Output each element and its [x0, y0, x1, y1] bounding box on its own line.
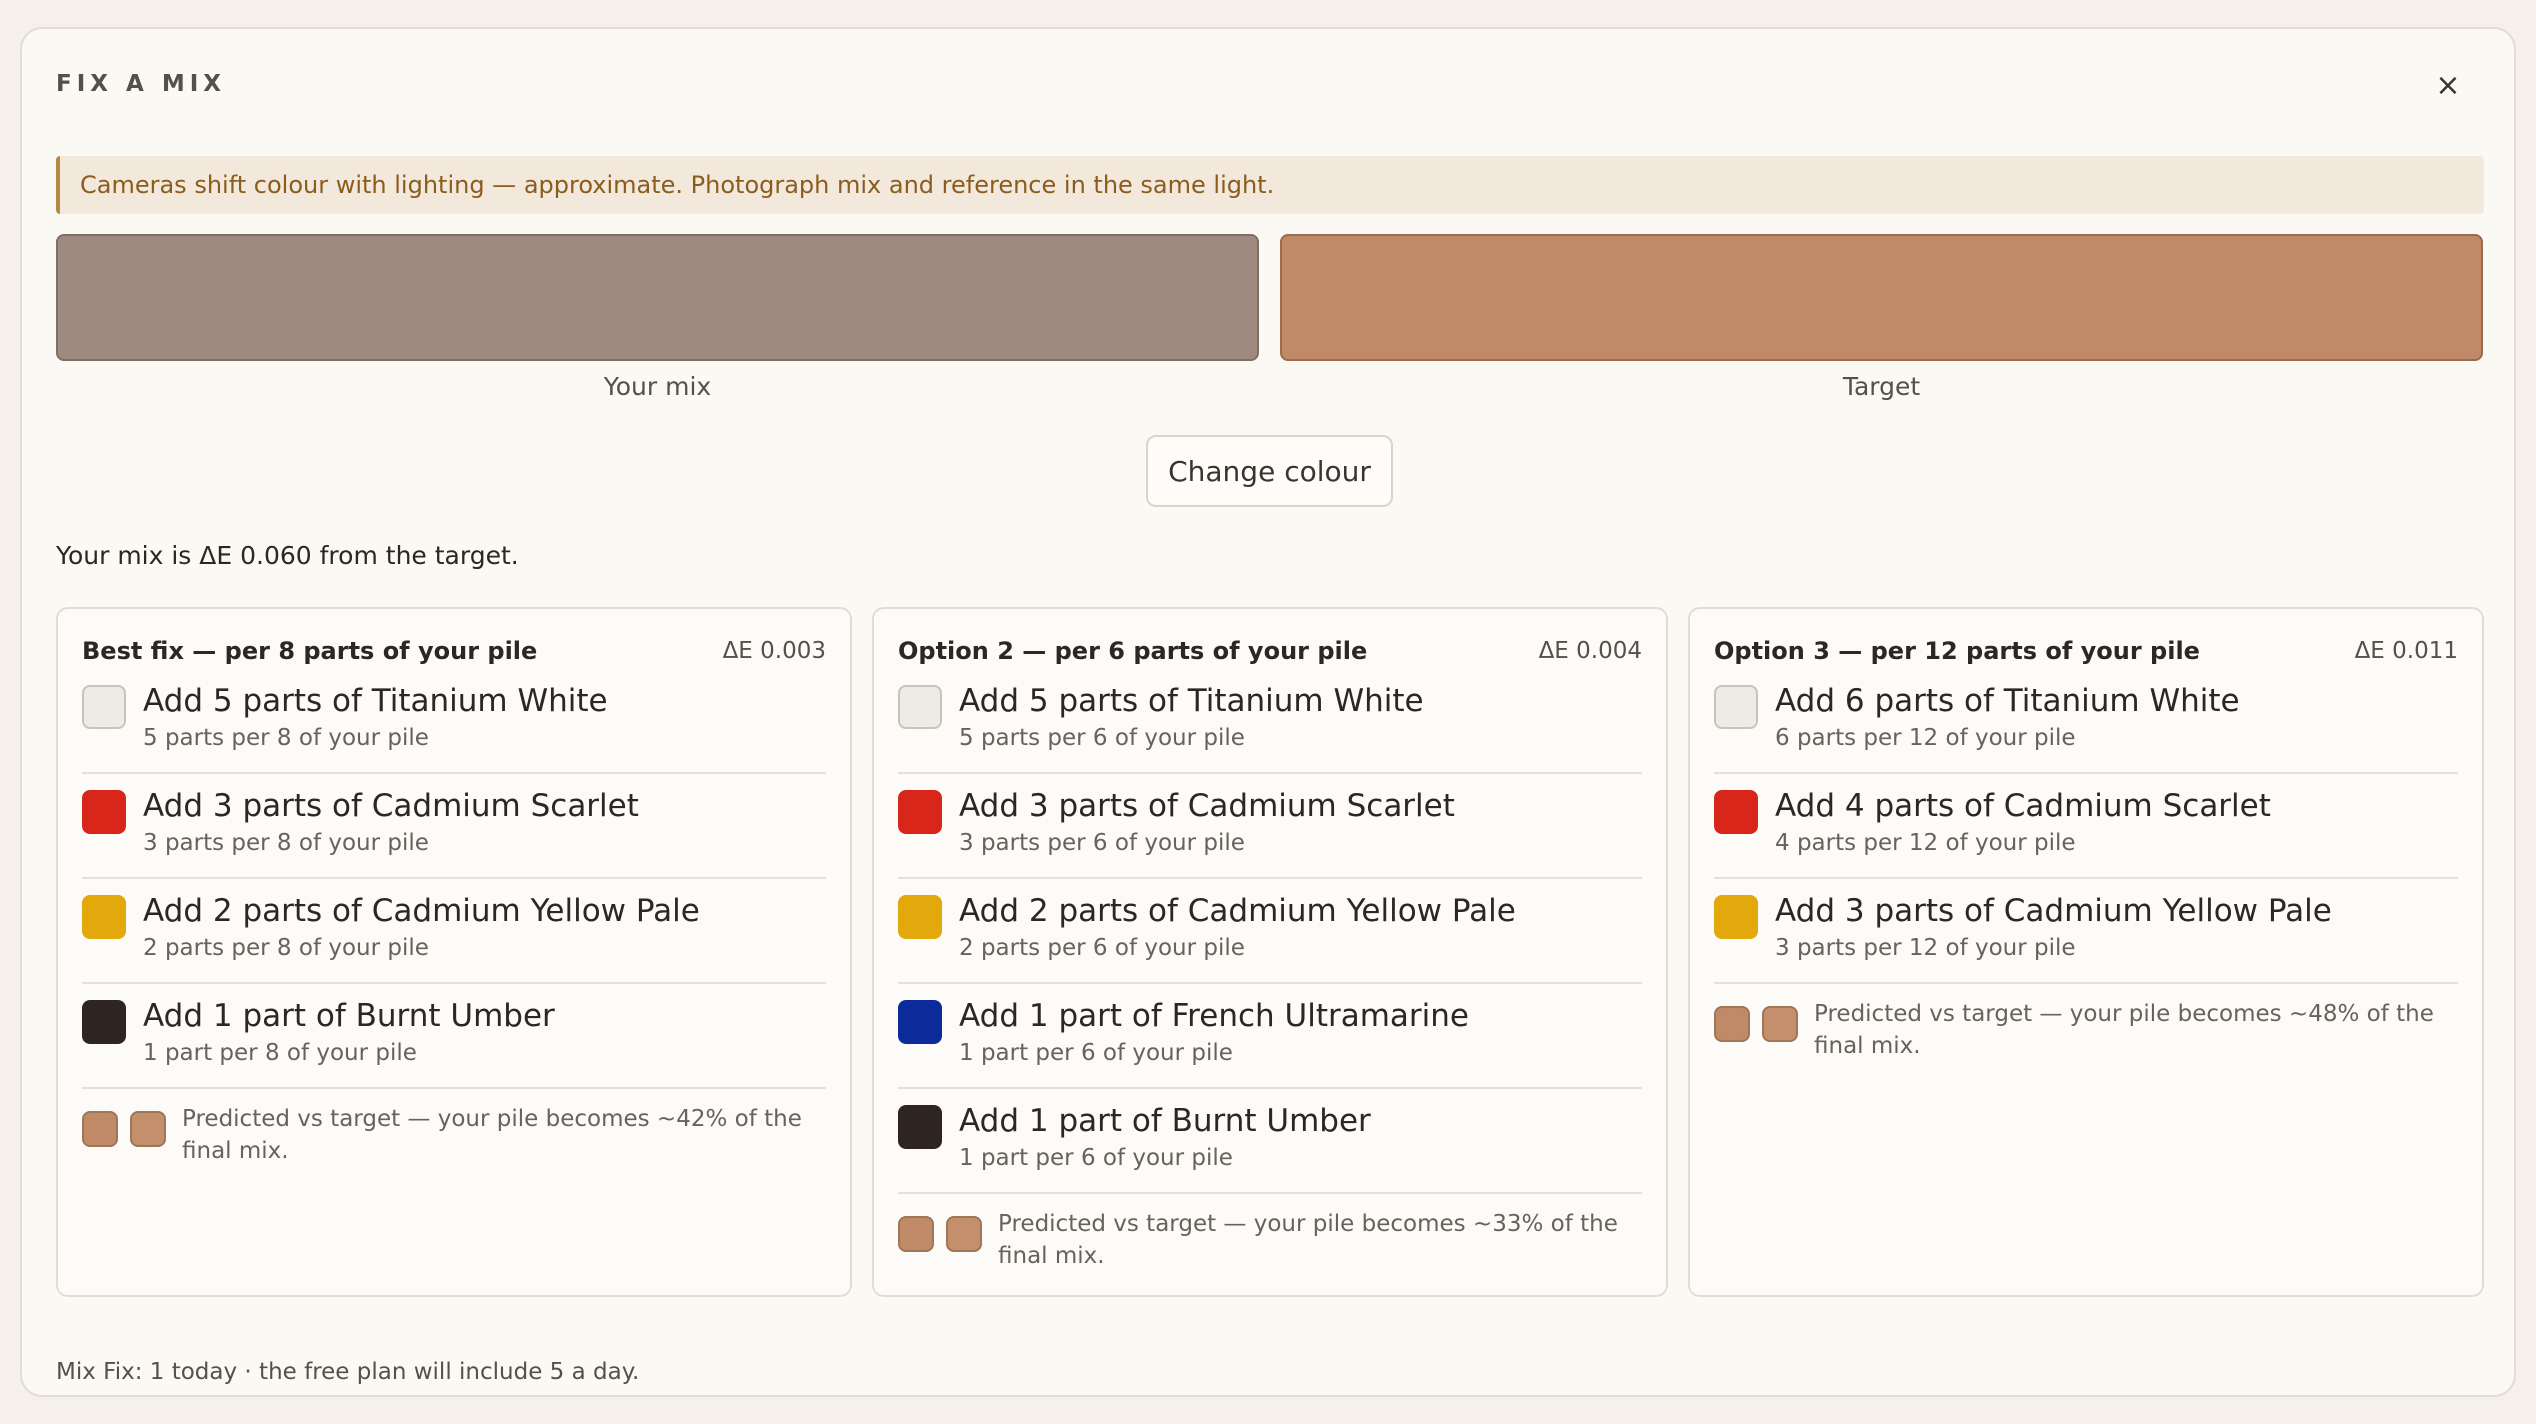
mix-step: Add 1 part of Burnt Umber 1 part per 8 of…	[82, 984, 826, 1089]
paint-swatch	[898, 685, 942, 729]
target-swatch	[1280, 234, 2483, 361]
your-mix-label: Your mix	[603, 372, 712, 401]
predicted-row: Predicted vs target — your pile becomes …	[898, 1208, 1642, 1272]
paint-swatch	[82, 1000, 126, 1044]
mix-step: Add 3 parts of Cadmium Scarlet 3 parts pe…	[82, 774, 826, 879]
option-card-2: Option 2 — per 6 parts of your pile ΔE 0.…	[872, 607, 1668, 1297]
step-instruction: Add 1 part of Burnt Umber	[143, 998, 555, 1034]
mix-step: Add 3 parts of Cadmium Yellow Pale 3 part…	[1714, 879, 2458, 984]
step-instruction: Add 6 parts of Titanium White	[1775, 683, 2240, 719]
paint-swatch	[82, 895, 126, 939]
predicted-text: Predicted vs target — your pile becomes …	[1814, 1001, 2434, 1059]
mix-step: Add 1 part of French Ultramarine 1 part p…	[898, 984, 1642, 1089]
predicted-row: Predicted vs target — your pile becomes …	[82, 1103, 826, 1167]
option-card-best: Best fix — per 8 parts of your pile ΔE 0.…	[56, 607, 852, 1297]
card-header: Option 2 — per 6 parts of your pile ΔE 0.…	[898, 633, 1642, 669]
mix-step: Add 5 parts of Titanium White 5 parts per…	[898, 669, 1642, 774]
paint-swatch	[898, 1105, 942, 1149]
step-ratio: 1 part per 6 of your pile	[959, 1145, 1233, 1171]
mix-step: Add 2 parts of Cadmium Yellow Pale 2 part…	[82, 879, 826, 984]
target-label: Target	[1842, 372, 1921, 401]
target-mini-swatch	[130, 1111, 166, 1147]
step-ratio: 4 parts per 12 of your pile	[1775, 830, 2076, 856]
predicted-swatch	[1714, 1006, 1750, 1042]
step-instruction: Add 1 part of French Ultramarine	[959, 998, 1469, 1034]
predicted-text: Predicted vs target — your pile becomes …	[998, 1211, 1618, 1269]
mix-step: Add 1 part of Burnt Umber 1 part per 6 of…	[898, 1089, 1642, 1194]
close-button[interactable]: ×	[2428, 65, 2468, 105]
your-mix-swatch	[56, 234, 1259, 361]
change-colour-button[interactable]: Change colour	[1146, 435, 1393, 507]
delta-e-value: ΔE 0.011	[2354, 638, 2458, 664]
card-title: Best fix — per 8 parts of your pile	[82, 637, 538, 665]
paint-swatch	[82, 685, 126, 729]
card-title: Option 2 — per 6 parts of your pile	[898, 637, 1368, 665]
step-instruction: Add 4 parts of Cadmium Scarlet	[1775, 788, 2271, 824]
card-title: Option 3 — per 12 parts of your pile	[1714, 637, 2200, 665]
option-card-3: Option 3 — per 12 parts of your pile ΔE 0…	[1688, 607, 2484, 1297]
predicted-swatch	[82, 1111, 118, 1147]
card-header: Best fix — per 8 parts of your pile ΔE 0.…	[82, 633, 826, 669]
paint-swatch	[1714, 685, 1758, 729]
step-ratio: 5 parts per 6 of your pile	[959, 725, 1245, 751]
step-instruction: Add 1 part of Burnt Umber	[959, 1103, 1371, 1139]
lighting-notice: Cameras shift colour with lighting — app…	[56, 156, 2484, 214]
paint-swatch	[898, 895, 942, 939]
step-instruction: Add 3 parts of Cadmium Scarlet	[143, 788, 639, 824]
step-ratio: 2 parts per 6 of your pile	[959, 935, 1245, 961]
distance-text: Your mix is ΔE 0.060 from the target.	[56, 541, 519, 570]
step-instruction: Add 2 parts of Cadmium Yellow Pale	[959, 893, 1516, 929]
predicted-row: Predicted vs target — your pile becomes …	[1714, 998, 2458, 1062]
step-ratio: 1 part per 8 of your pile	[143, 1040, 417, 1066]
paint-swatch	[898, 790, 942, 834]
paint-swatch	[82, 790, 126, 834]
mix-step: Add 2 parts of Cadmium Yellow Pale 2 part…	[898, 879, 1642, 984]
paint-swatch	[1714, 895, 1758, 939]
predicted-text: Predicted vs target — your pile becomes …	[182, 1106, 802, 1164]
paint-swatch	[1714, 790, 1758, 834]
mix-step: Add 6 parts of Titanium White 6 parts per…	[1714, 669, 2458, 774]
paint-swatch	[898, 1000, 942, 1044]
target-mini-swatch	[946, 1216, 982, 1252]
step-ratio: 3 parts per 8 of your pile	[143, 830, 429, 856]
mix-step: Add 5 parts of Titanium White 5 parts per…	[82, 669, 826, 774]
mix-step: Add 3 parts of Cadmium Scarlet 3 parts pe…	[898, 774, 1642, 879]
delta-e-value: ΔE 0.003	[722, 638, 826, 664]
step-ratio: 6 parts per 12 of your pile	[1775, 725, 2076, 751]
mix-step: Add 4 parts of Cadmium Scarlet 4 parts pe…	[1714, 774, 2458, 879]
step-ratio: 3 parts per 6 of your pile	[959, 830, 1245, 856]
fix-a-mix-dialog: FIX A MIX × Cameras shift colour with li…	[20, 27, 2516, 1397]
step-instruction: Add 5 parts of Titanium White	[959, 683, 1424, 719]
step-instruction: Add 3 parts of Cadmium Yellow Pale	[1775, 893, 2332, 929]
dialog-title: FIX A MIX	[56, 71, 226, 97]
step-ratio: 5 parts per 8 of your pile	[143, 725, 429, 751]
card-header: Option 3 — per 12 parts of your pile ΔE 0…	[1714, 633, 2458, 669]
step-ratio: 1 part per 6 of your pile	[959, 1040, 1233, 1066]
delta-e-value: ΔE 0.004	[1538, 638, 1642, 664]
step-instruction: Add 5 parts of Titanium White	[143, 683, 608, 719]
step-ratio: 2 parts per 8 of your pile	[143, 935, 429, 961]
usage-footer: Mix Fix: 1 today · the free plan will in…	[56, 1359, 640, 1385]
predicted-swatch	[898, 1216, 934, 1252]
notice-text: Cameras shift colour with lighting — app…	[80, 171, 1275, 199]
target-mini-swatch	[1762, 1006, 1798, 1042]
close-icon: ×	[2435, 67, 2461, 103]
step-instruction: Add 2 parts of Cadmium Yellow Pale	[143, 893, 700, 929]
step-ratio: 3 parts per 12 of your pile	[1775, 935, 2076, 961]
step-instruction: Add 3 parts of Cadmium Scarlet	[959, 788, 1455, 824]
